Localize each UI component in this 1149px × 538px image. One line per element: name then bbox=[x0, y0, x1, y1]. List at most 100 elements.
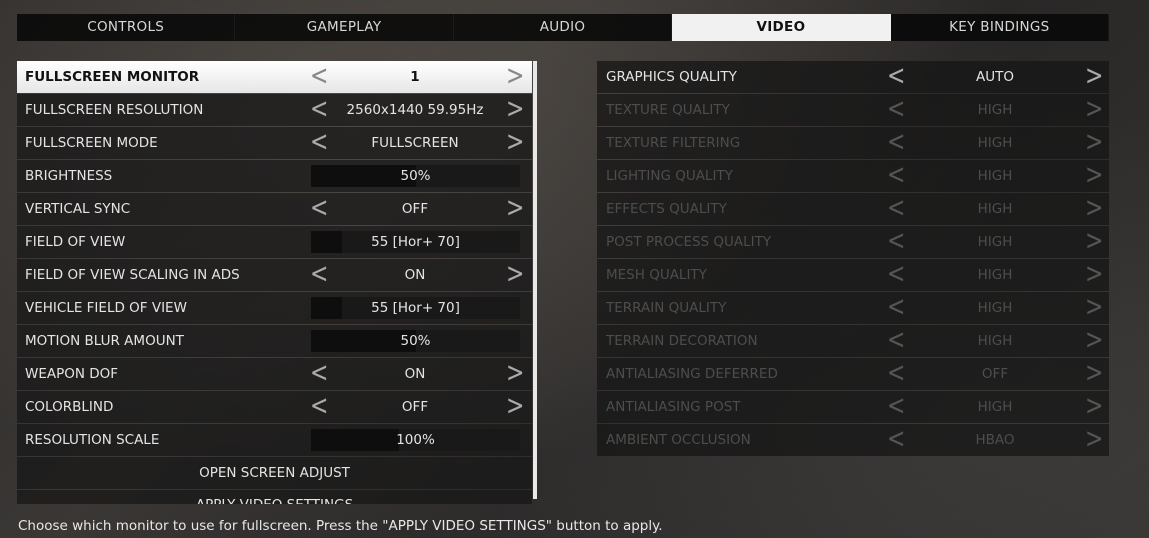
setting-value: HIGH bbox=[977, 234, 1013, 250]
brightness-slider[interactable]: 50% bbox=[311, 165, 520, 187]
setting-terrain-decoration: TERRAIN DECORATION < HIGH > bbox=[597, 325, 1109, 357]
setting-value: HBAO bbox=[975, 432, 1015, 448]
setting-graphics-quality[interactable]: GRAPHICS QUALITY < AUTO > bbox=[597, 61, 1109, 93]
setting-label: FULLSCREEN MODE bbox=[25, 135, 158, 151]
setting-value: 2560x1440 59.95Hz bbox=[346, 102, 484, 118]
vehicle-fov-slider[interactable]: 55 [Hor+ 70] bbox=[311, 297, 520, 319]
setting-vehicle-field-of-view[interactable]: VEHICLE FIELD OF VIEW 55 [Hor+ 70] bbox=[17, 292, 532, 324]
setting-brightness[interactable]: BRIGHTNESS 50% bbox=[17, 160, 532, 192]
slider-value: 55 [Hor+ 70] bbox=[371, 300, 460, 316]
chevron-left-icon[interactable]: < bbox=[310, 255, 328, 295]
chevron-left-icon[interactable]: < bbox=[310, 189, 328, 229]
setting-texture-filtering: TEXTURE FILTERING < HIGH > bbox=[597, 127, 1109, 159]
setting-antialiasing-deferred: ANTIALIASING DEFERRED < OFF > bbox=[597, 358, 1109, 390]
setting-value: HIGH bbox=[977, 300, 1013, 316]
open-screen-adjust-button[interactable]: OPEN SCREEN ADJUST bbox=[17, 457, 532, 489]
setting-label: FIELD OF VIEW SCALING IN ADS bbox=[25, 267, 240, 283]
chevron-right-icon[interactable]: > bbox=[506, 255, 524, 295]
setting-label: MESH QUALITY bbox=[606, 267, 707, 283]
setting-motion-blur-amount[interactable]: MOTION BLUR AMOUNT 50% bbox=[17, 325, 532, 357]
setting-label: GRAPHICS QUALITY bbox=[606, 69, 737, 85]
chevron-left-icon: < bbox=[887, 423, 906, 455]
help-text: Choose which monitor to use for fullscre… bbox=[18, 518, 663, 534]
setting-label: MOTION BLUR AMOUNT bbox=[25, 333, 184, 349]
apply-video-settings-label: APPLY VIDEO SETTINGS bbox=[17, 490, 532, 504]
setting-label: POST PROCESS QUALITY bbox=[606, 234, 772, 250]
setting-fullscreen-monitor[interactable]: FULLSCREEN MONITOR < 1 > bbox=[17, 61, 532, 93]
setting-value: HIGH bbox=[977, 201, 1013, 217]
setting-vertical-sync[interactable]: VERTICAL SYNC < OFF > bbox=[17, 193, 532, 225]
setting-value: HIGH bbox=[977, 333, 1013, 349]
chevron-right-icon[interactable]: > bbox=[506, 189, 524, 229]
setting-value: FULLSCREEN bbox=[371, 135, 459, 151]
resolution-scale-slider[interactable]: 100% bbox=[311, 429, 520, 451]
slider-value: 50% bbox=[400, 168, 431, 184]
setting-terrain-quality: TERRAIN QUALITY < HIGH > bbox=[597, 292, 1109, 324]
setting-label: BRIGHTNESS bbox=[25, 168, 113, 184]
setting-value: HIGH bbox=[977, 102, 1013, 118]
setting-label: FULLSCREEN RESOLUTION bbox=[25, 102, 204, 118]
setting-weapon-dof[interactable]: WEAPON DOF < ON > bbox=[17, 358, 532, 390]
video-settings-right-panel: GRAPHICS QUALITY < AUTO > TEXTURE QUALIT… bbox=[597, 61, 1109, 457]
setting-label: LIGHTING QUALITY bbox=[606, 168, 733, 184]
setting-label: EFFECTS QUALITY bbox=[606, 201, 727, 217]
field-of-view-slider[interactable]: 55 [Hor+ 70] bbox=[311, 231, 520, 253]
setting-label: TERRAIN QUALITY bbox=[606, 300, 727, 316]
slider-value: 55 [Hor+ 70] bbox=[371, 234, 460, 250]
tab-controls[interactable]: CONTROLS bbox=[17, 14, 236, 41]
setting-value: HIGH bbox=[977, 135, 1013, 151]
setting-label: RESOLUTION SCALE bbox=[25, 432, 160, 448]
setting-antialiasing-post: ANTIALIASING POST < HIGH > bbox=[597, 391, 1109, 423]
setting-label: WEAPON DOF bbox=[25, 366, 119, 382]
setting-value: OFF bbox=[401, 201, 429, 217]
setting-value: HIGH bbox=[977, 399, 1013, 415]
chevron-right-icon[interactable]: > bbox=[506, 123, 524, 163]
setting-label: COLORBLIND bbox=[25, 399, 114, 415]
apply-video-settings-button[interactable]: APPLY VIDEO SETTINGS bbox=[17, 490, 532, 504]
chevron-right-icon[interactable]: > bbox=[506, 387, 524, 427]
setting-lighting-quality: LIGHTING QUALITY < HIGH > bbox=[597, 160, 1109, 192]
setting-label: TEXTURE QUALITY bbox=[606, 102, 730, 118]
open-screen-adjust-label: OPEN SCREEN ADJUST bbox=[199, 465, 350, 481]
setting-value: ON bbox=[404, 366, 426, 382]
setting-value: HIGH bbox=[977, 267, 1013, 283]
setting-label: AMBIENT OCCLUSION bbox=[606, 432, 751, 448]
setting-label: ANTIALIASING POST bbox=[606, 399, 741, 415]
setting-fullscreen-mode[interactable]: FULLSCREEN MODE < FULLSCREEN > bbox=[17, 127, 532, 159]
video-settings-left-panel: FULLSCREEN MONITOR < 1 > FULLSCREEN RESO… bbox=[17, 61, 532, 505]
setting-resolution-scale[interactable]: RESOLUTION SCALE 100% bbox=[17, 424, 532, 456]
setting-label: TERRAIN DECORATION bbox=[606, 333, 758, 349]
setting-value: ON bbox=[404, 267, 426, 283]
setting-label: FIELD OF VIEW bbox=[25, 234, 126, 250]
motion-blur-slider[interactable]: 50% bbox=[311, 330, 520, 352]
setting-value: AUTO bbox=[976, 69, 1014, 85]
slider-value: 100% bbox=[396, 432, 435, 448]
setting-fullscreen-resolution[interactable]: FULLSCREEN RESOLUTION < 2560x1440 59.95H… bbox=[17, 94, 532, 126]
setting-value: OFF bbox=[401, 399, 429, 415]
setting-colorblind[interactable]: COLORBLIND < OFF > bbox=[17, 391, 532, 423]
setting-value: HIGH bbox=[977, 168, 1013, 184]
chevron-left-icon[interactable]: < bbox=[310, 123, 328, 163]
chevron-right-icon: > bbox=[1085, 423, 1104, 455]
settings-tab-bar: CONTROLS GAMEPLAY AUDIO VIDEO KEY BINDIN… bbox=[17, 14, 1110, 41]
setting-value: 1 bbox=[410, 69, 420, 85]
tab-audio[interactable]: AUDIO bbox=[454, 14, 673, 41]
setting-label: VERTICAL SYNC bbox=[25, 201, 131, 217]
setting-label: ANTIALIASING DEFERRED bbox=[606, 366, 778, 382]
setting-fov-scaling-in-ads[interactable]: FIELD OF VIEW SCALING IN ADS < ON > bbox=[17, 259, 532, 291]
setting-field-of-view[interactable]: FIELD OF VIEW 55 [Hor+ 70] bbox=[17, 226, 532, 258]
tab-key-bindings[interactable]: KEY BINDINGS bbox=[891, 14, 1110, 41]
tab-gameplay[interactable]: GAMEPLAY bbox=[235, 14, 454, 41]
chevron-left-icon[interactable]: < bbox=[310, 387, 328, 427]
setting-mesh-quality: MESH QUALITY < HIGH > bbox=[597, 259, 1109, 291]
setting-ambient-occlusion: AMBIENT OCCLUSION < HBAO > bbox=[597, 424, 1109, 456]
slider-value: 50% bbox=[400, 333, 431, 349]
scrollbar[interactable] bbox=[533, 61, 537, 499]
setting-value: OFF bbox=[981, 366, 1009, 382]
setting-post-process-quality: POST PROCESS QUALITY < HIGH > bbox=[597, 226, 1109, 258]
tab-video[interactable]: VIDEO bbox=[672, 14, 891, 41]
setting-effects-quality: EFFECTS QUALITY < HIGH > bbox=[597, 193, 1109, 225]
setting-texture-quality: TEXTURE QUALITY < HIGH > bbox=[597, 94, 1109, 126]
setting-label: VEHICLE FIELD OF VIEW bbox=[25, 300, 187, 316]
setting-label: TEXTURE FILTERING bbox=[606, 135, 741, 151]
